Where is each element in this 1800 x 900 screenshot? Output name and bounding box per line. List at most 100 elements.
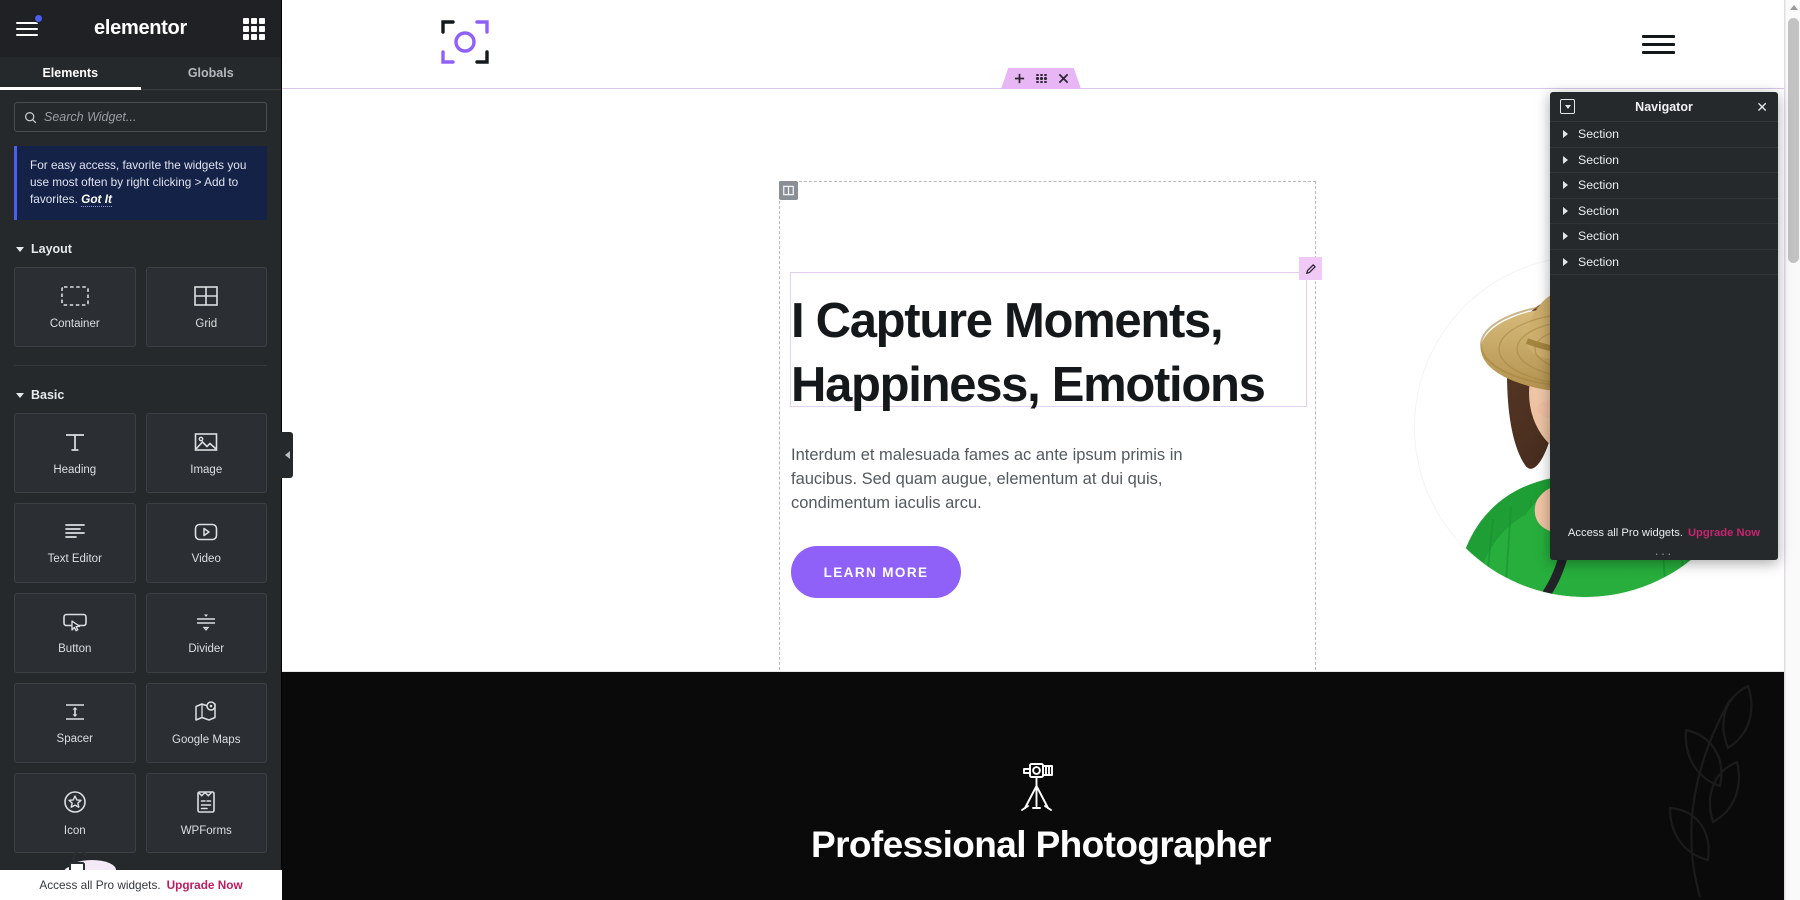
chevron-down-icon — [16, 392, 24, 398]
got-it-link[interactable]: Got It — [81, 191, 112, 207]
chevron-down-icon — [16, 246, 24, 252]
hamburger-menu-icon[interactable] — [1642, 35, 1675, 54]
navigator-item-section-3[interactable]: Section — [1550, 173, 1778, 199]
panel-collapse-toggle[interactable] — [281, 432, 293, 478]
widget-button[interactable]: Button — [14, 593, 136, 674]
preview-canvas[interactable]: I Capture Moments, Happiness, Emotions I… — [282, 0, 1800, 900]
delete-section-button[interactable] — [1058, 73, 1069, 84]
widget-container[interactable]: Container — [14, 267, 136, 348]
chevron-right-icon[interactable] — [1563, 257, 1568, 266]
category-basic: Basic Heading Image Text Editor Video Bu… — [0, 380, 281, 867]
widget-grid-label: Grid — [195, 318, 218, 331]
plus-icon — [1014, 73, 1024, 84]
category-basic-header[interactable]: Basic — [0, 380, 281, 410]
navigator-upgrade-now-link[interactable]: Upgrade Now — [1688, 527, 1760, 539]
widget-text-editor-label: Text Editor — [47, 553, 102, 566]
search-widget-box[interactable] — [14, 102, 267, 132]
chevron-right-icon[interactable] — [1563, 206, 1568, 215]
heading-icon — [65, 434, 84, 452]
widget-divider-label: Divider — [188, 643, 225, 656]
tab-elements[interactable]: Elements — [0, 57, 141, 90]
navigator-pro-promo: Access all Pro widgets. Upgrade Now — [1550, 520, 1778, 546]
navigator-item-section-1[interactable]: Section — [1550, 122, 1778, 148]
panel-pro-promo: Access all Pro widgets. Upgrade Now — [0, 870, 282, 900]
leaf-branch-icon — [1668, 684, 1753, 898]
notification-dot — [34, 13, 43, 23]
learn-more-button[interactable]: LEARN MORE — [791, 546, 961, 598]
elementor-editor: elementor Elements Globals For easy acce… — [0, 0, 1800, 900]
chevron-right-icon[interactable] — [1563, 130, 1568, 139]
add-section-button[interactable] — [1014, 73, 1025, 84]
chevron-right-icon[interactable] — [1563, 155, 1568, 164]
widget-image[interactable]: Image — [145, 413, 267, 494]
widget-button-label: Button — [58, 643, 92, 656]
category-layout-header[interactable]: Layout — [0, 234, 281, 264]
widget-google-maps[interactable]: Google Maps — [145, 683, 267, 764]
hero-paragraph[interactable]: Interdum et malesuada fames ac ante ipsu… — [791, 444, 1211, 515]
text-editor-icon — [64, 524, 85, 539]
navigator-item-section-6[interactable]: Section — [1550, 250, 1778, 275]
widget-wpforms-label: WPForms — [180, 825, 232, 838]
widget-google-maps-label: Google Maps — [172, 734, 241, 747]
hero-column[interactable] — [779, 181, 1322, 705]
container-icon — [60, 286, 89, 307]
widget-spacer-label: Spacer — [56, 733, 93, 746]
widget-heading-label: Heading — [53, 464, 97, 477]
search-area — [0, 90, 281, 138]
camera-focus-logo[interactable] — [439, 16, 491, 68]
drag-section-handle[interactable] — [1035, 74, 1047, 83]
panel-scroll-area[interactable]: Layout Container Grid Basic Heading Imag… — [0, 220, 281, 900]
drag-dots-icon — [1035, 74, 1047, 83]
category-layout: Layout Container Grid — [0, 234, 281, 361]
hero-heading[interactable]: I Capture Moments, Happiness, Emotions — [791, 289, 1431, 417]
dark-section[interactable]: Professional Photographer — [282, 672, 1800, 900]
canvas-scrollbar[interactable] — [1785, 0, 1800, 900]
widget-divider[interactable]: Divider — [145, 593, 267, 674]
navigator-item-section-4[interactable]: Section — [1550, 199, 1778, 224]
chevron-right-icon[interactable] — [1563, 181, 1568, 190]
pencil-edit-icon — [1305, 263, 1316, 274]
widget-wpforms[interactable]: WPForms — [145, 773, 267, 854]
close-icon[interactable]: ✕ — [1756, 100, 1768, 114]
panel-promo-text: Access all Pro widgets. — [39, 878, 161, 892]
video-icon — [194, 523, 218, 541]
search-input[interactable] — [44, 110, 257, 124]
category-basic-label: Basic — [31, 388, 65, 403]
navigator-promo-text: Access all Pro widgets. — [1567, 527, 1683, 539]
category-divider — [14, 365, 267, 367]
navigator-panel[interactable]: Navigator ✕ Section Section Section Sect… — [1550, 92, 1778, 561]
scrollbar-thumb[interactable] — [1788, 18, 1799, 263]
dock-toggle-icon[interactable] — [1560, 99, 1575, 114]
navigator-list: Section Section Section Section Section — [1550, 122, 1778, 520]
apps-grid-icon[interactable] — [243, 17, 265, 40]
widget-heading[interactable]: Heading — [14, 413, 136, 494]
scroll-up-arrow-icon[interactable] — [1790, 5, 1798, 10]
column-handle[interactable] — [779, 181, 798, 200]
wpforms-icon — [197, 791, 216, 814]
navigator-item-section-5[interactable]: Section — [1550, 224, 1778, 250]
tab-globals[interactable]: Globals — [141, 57, 282, 89]
grid-icon — [194, 286, 219, 307]
dark-section-title: Professional Photographer — [811, 824, 1272, 865]
chevron-right-icon[interactable] — [1563, 232, 1568, 241]
widgets-panel: elementor Elements Globals For easy acce… — [0, 0, 293, 900]
widget-grid[interactable]: Grid — [145, 267, 267, 348]
category-basic-widgets: Heading Image Text Editor Video Button D… — [0, 410, 281, 867]
edit-widget-badge[interactable] — [1299, 257, 1322, 280]
navigator-item-label: Section — [1578, 127, 1620, 142]
hamburger-menu-icon[interactable] — [16, 13, 43, 42]
panel-upgrade-now-link[interactable]: Upgrade Now — [167, 878, 243, 892]
widget-spacer[interactable]: Spacer — [14, 683, 136, 764]
search-icon — [25, 111, 37, 123]
navigator-item-label: Section — [1578, 178, 1620, 193]
navigator-item-label: Section — [1578, 254, 1620, 269]
widget-video[interactable]: Video — [145, 503, 267, 584]
tripod-camera-icon — [1021, 763, 1053, 811]
button-icon — [62, 613, 87, 632]
navigator-item-section-2[interactable]: Section — [1550, 148, 1778, 173]
brand-title: elementor — [94, 17, 187, 39]
widget-text-editor[interactable]: Text Editor — [14, 503, 136, 584]
navigator-header: Navigator ✕ — [1550, 92, 1778, 122]
image-icon — [194, 433, 218, 452]
navigator-resize-grip[interactable]: ··· — [1550, 546, 1778, 561]
